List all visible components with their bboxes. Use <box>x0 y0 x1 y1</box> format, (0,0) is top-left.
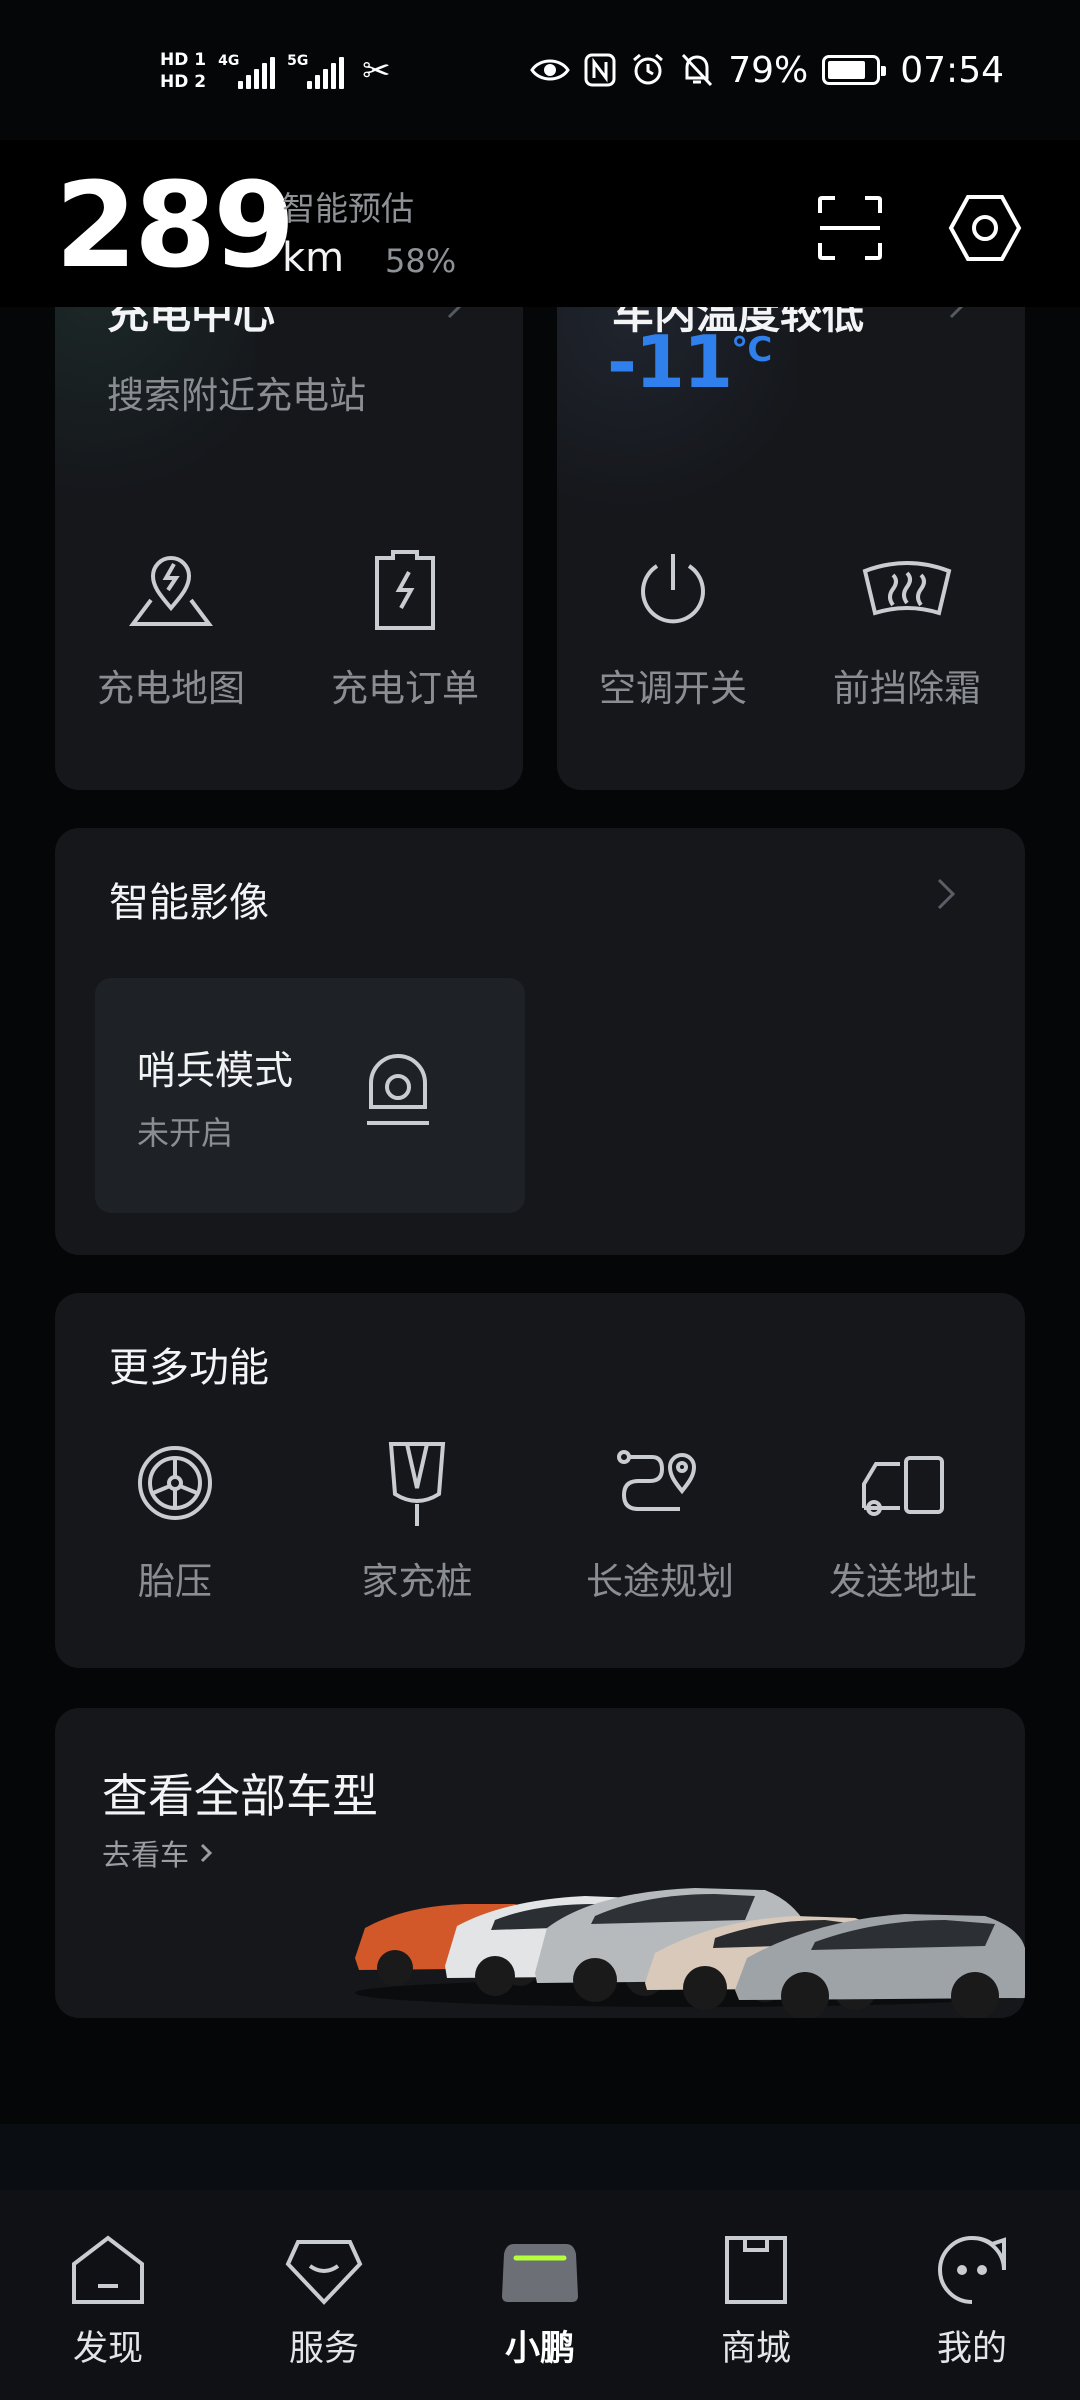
charging-order-label: 充电订单 <box>331 667 479 710</box>
app-page: HD 1 HD 2 4G 5G ✂ 79% 07:54 289 智能预估 km … <box>0 0 1080 2400</box>
temperature-value: -11 <box>607 320 733 404</box>
smart-camera-card: 智能影像 哨兵模式 未开启 <box>55 828 1025 1255</box>
wifi-icon: ✂ <box>362 51 391 91</box>
signal-icon: 4G <box>218 53 276 89</box>
route-planning-label: 长途规划 <box>586 1560 734 1603</box>
temperature-unit: ℃ <box>731 330 772 370</box>
battery-icon <box>822 55 887 85</box>
charging-map-button[interactable]: 充电地图 <box>71 540 271 712</box>
shop-icon <box>725 2236 787 2304</box>
battery-soc: 58% <box>385 242 457 280</box>
cabin-temperature: -11℃ <box>607 320 772 404</box>
defrost-icon <box>862 561 952 616</box>
tab-discover-label: 发现 <box>72 2329 143 2369</box>
range-header: 289 智能预估 km 58% <box>0 140 1080 307</box>
settings-icon <box>948 195 1022 261</box>
service-icon <box>285 2240 363 2305</box>
signal-icon-2: 5G <box>287 53 345 89</box>
nfc-icon <box>584 53 616 87</box>
range-unit: km <box>282 235 345 281</box>
tire-pressure-button[interactable]: 胎压 <box>75 1433 275 1605</box>
settings-button[interactable] <box>947 190 1023 266</box>
status-bar: HD 1 HD 2 4G 5G ✂ 79% 07:54 <box>0 0 1080 140</box>
charging-order-button[interactable]: 充电订单 <box>305 540 505 712</box>
route-planning-button[interactable]: 长途规划 <box>560 1433 760 1605</box>
net1-label: 4G <box>218 53 240 69</box>
ac-power-label: 空调开关 <box>599 667 747 710</box>
front-defrost-button[interactable]: 前挡除霜 <box>807 540 1007 712</box>
sentry-icon <box>367 1054 429 1125</box>
clock: 07:54 <box>900 49 1004 91</box>
mute-icon <box>680 52 714 88</box>
scan-button[interactable] <box>812 190 888 266</box>
charging-order-icon <box>375 550 435 630</box>
tab-discover[interactable]: 发现 <box>28 2220 188 2371</box>
tab-xpeng-label: 小鹏 <box>504 2329 575 2369</box>
route-icon <box>617 1450 697 1511</box>
charging-card-subtitle: 搜索附近充电站 <box>107 374 366 417</box>
more-functions-title: 更多功能 <box>109 1345 269 1391</box>
bottom-tab-bar: 发现 服务 小鹏 商城 我的 <box>0 2190 1080 2400</box>
power-icon <box>641 554 705 624</box>
alarm-icon <box>630 52 666 88</box>
tab-profile[interactable]: 我的 <box>892 2220 1052 2371</box>
tabbar-divider <box>0 2124 1080 2190</box>
view-cars-link[interactable]: 去看车 <box>102 1832 213 1874</box>
all-models-card[interactable]: 查看全部车型 去看车 <box>55 1708 1025 2018</box>
climate-card[interactable]: 车内温度较低 -11℃ 空调开关 前挡除霜 <box>557 270 1025 790</box>
view-cars-label: 去看车 <box>102 1838 190 1872</box>
tab-xpeng[interactable]: 小鹏 <box>460 2220 620 2371</box>
sim2-label: HD 2 <box>160 72 207 92</box>
sentry-mode-tile[interactable]: 哨兵模式 未开启 <box>95 978 525 1213</box>
discover-icon <box>72 2235 144 2304</box>
car-lineup-image <box>355 1888 1025 2018</box>
tire-pressure-label: 胎压 <box>138 1560 212 1603</box>
range-label: 智能预估 <box>282 189 414 228</box>
net2-label: 5G <box>287 53 309 69</box>
sentry-title: 哨兵模式 <box>137 1049 294 1094</box>
status-left: HD 1 HD 2 4G 5G ✂ <box>160 36 391 106</box>
battery-percent: 79% <box>728 49 809 91</box>
tab-profile-label: 我的 <box>936 2329 1007 2369</box>
car-icon <box>502 2244 578 2302</box>
range-value: 289 <box>55 156 295 294</box>
send-address-button[interactable]: 发送地址 <box>803 1433 1003 1605</box>
front-defrost-label: 前挡除霜 <box>833 667 981 710</box>
tab-service[interactable]: 服务 <box>244 2220 404 2371</box>
tab-shop-label: 商城 <box>720 2329 791 2369</box>
profile-icon <box>938 2236 1006 2304</box>
charging-map-label: 充电地图 <box>97 667 245 710</box>
home-charger-label: 家充桩 <box>361 1560 473 1603</box>
sentry-state: 未开启 <box>137 1114 234 1152</box>
tire-icon <box>138 1446 212 1520</box>
home-charger-icon <box>388 1442 446 1526</box>
charging-map-icon <box>129 556 213 626</box>
smart-camera-title: 智能影像 <box>109 880 269 926</box>
chevron-right-icon <box>200 1843 213 1863</box>
chevron-right-icon[interactable] <box>935 876 957 912</box>
more-functions-card: 更多功能 胎压 家充桩 长途规划 发送地址 <box>55 1293 1025 1668</box>
status-right: 79% 07:54 <box>530 44 1004 96</box>
eye-icon <box>530 55 571 85</box>
charging-center-card[interactable]: 充电中心 搜索附近充电站 充电地图 充电订单 <box>55 270 523 790</box>
ac-power-button[interactable]: 空调开关 <box>573 540 773 712</box>
home-charger-button[interactable]: 家充桩 <box>317 1433 517 1605</box>
send-address-label: 发送地址 <box>829 1560 977 1603</box>
scan-icon <box>818 196 882 260</box>
sim-indicators: HD 1 HD 2 <box>160 51 206 91</box>
sim1-label: HD 1 <box>160 50 207 70</box>
tab-service-label: 服务 <box>288 2329 359 2369</box>
send-address-icon <box>862 1456 944 1516</box>
tab-shop[interactable]: 商城 <box>676 2220 836 2371</box>
